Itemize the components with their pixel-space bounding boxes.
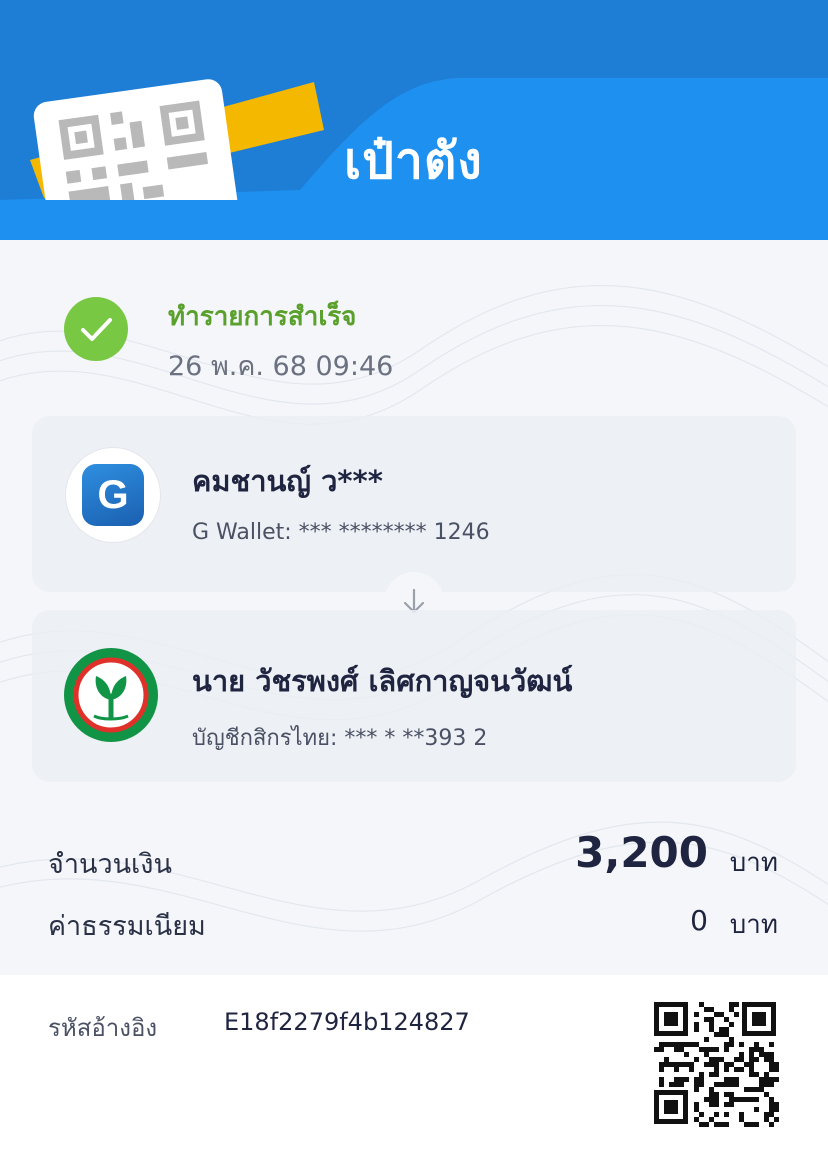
g-wallet-letter: G xyxy=(82,464,144,526)
sender-name: คมชานญ์ ว*** xyxy=(192,464,383,498)
recipient-account: บัญชีกสิกรไทย: *** * **393 2 xyxy=(192,726,488,751)
fee-label: ค่าธรรมเนียม xyxy=(48,911,206,942)
fee-value: 0 xyxy=(690,904,708,937)
kasikorn-bank-icon xyxy=(64,648,158,742)
app-title: เป๋าตัง xyxy=(344,132,483,190)
qr-card-icon xyxy=(30,79,324,200)
reference-label: รหัสอ้างอิง xyxy=(48,1014,158,1042)
amount-label: จำนวนเงิน xyxy=(48,849,172,880)
qr-code-icon xyxy=(650,998,780,1128)
amount-unit: บาท xyxy=(729,848,778,878)
amount-value: 3,200 xyxy=(575,828,708,877)
check-circle-icon xyxy=(64,297,128,361)
reference-value: E18f2279f4b124827 xyxy=(224,1008,470,1036)
sender-account: G Wallet: *** ******** 1246 xyxy=(192,520,490,545)
g-wallet-icon: G xyxy=(66,448,160,542)
recipient-name: นาย วัชรพงศ์ เลิศกาญจนวัฒน์ xyxy=(192,664,573,698)
transaction-datetime: 26 พ.ค. 68 09:46 xyxy=(168,351,394,382)
status-text: ทำรายการสำเร็จ xyxy=(168,302,357,332)
app-header: เป๋าตัง xyxy=(0,0,828,240)
fee-unit: บาท xyxy=(729,910,778,940)
